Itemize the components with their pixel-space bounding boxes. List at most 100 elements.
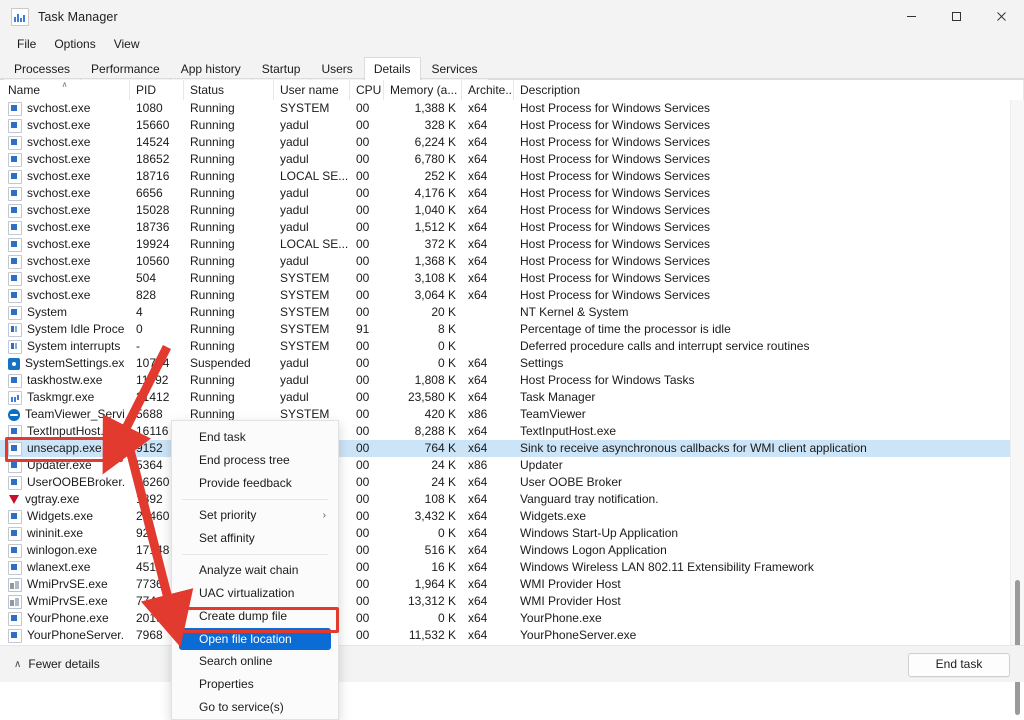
table-row[interactable]: YourPhone.exe 20193 00 0 Kx64 YourPhone.exe — [0, 610, 1024, 627]
column-header-name[interactable]: Name ∧ — [0, 80, 130, 101]
cell-memory: 1,808 K — [414, 373, 456, 387]
table-row[interactable]: wininit.exe 924 00 0 Kx64 Windows Start-Up A… — [0, 525, 1024, 542]
context-menu-item-end-task[interactable]: End task — [172, 426, 338, 449]
table-row[interactable]: YourPhoneServer.exe79680011,532 Kx64Your… — [0, 627, 1024, 644]
table-row[interactable]: winlogon.exe 17148 00 516 Kx64 Windows Logon… — [0, 542, 1024, 559]
tab-users[interactable]: Users — [311, 58, 363, 80]
column-header-label: CPU — [356, 83, 382, 97]
context-menu-item-label: Analyze wait chain — [199, 563, 299, 577]
cell-memory: 252 K — [424, 169, 456, 183]
table-row[interactable]: svchost.exe 15660 Running yadul 00 328 K x64 Ho… — [0, 117, 1024, 134]
context-menu-item-properties[interactable]: Properties — [172, 673, 338, 696]
column-header-cpu[interactable]: CPU — [350, 80, 384, 101]
table-row[interactable]: svchost.exe 19924 Running LOCAL SE... 00 372 … — [0, 236, 1024, 253]
process-name: winlogon.exe — [27, 543, 98, 557]
cell-arch: x64 — [468, 135, 488, 149]
column-header-label: Memory (a... — [390, 83, 458, 97]
table-row[interactable]: taskhostw.exe 11792 Running yadul 00 1,808 K x… — [0, 372, 1024, 389]
cell-memory: 1,512 K — [414, 220, 456, 234]
table-row[interactable]: System Idle Process 0 Running SYSTEM 91 8 K Pe… — [0, 321, 1024, 338]
menu-options[interactable]: Options — [45, 35, 104, 54]
table-row[interactable]: SystemSettings.exe 10764 Suspended yadul 00 0… — [0, 355, 1024, 372]
context-menu-item-set-affinity[interactable]: Set affinity — [172, 527, 338, 550]
tab-details[interactable]: Details — [363, 57, 421, 80]
process-name: svchost.exe — [27, 118, 91, 132]
generic-process-icon — [8, 152, 22, 167]
context-menu-item-open-file-location[interactable]: Open file location — [179, 628, 331, 650]
process-name: svchost.exe — [27, 186, 91, 200]
table-row[interactable]: WmiPrvSE.exe 7744 00 13,312 Kx64 WMI Provide… — [0, 593, 1024, 610]
cell-description: TeamViewer — [520, 407, 586, 421]
table-row[interactable]: unsecapp.exe 9152 00 764 Kx64 Sink to receiv… — [0, 440, 1024, 457]
cell-description: Deferred procedure calls and interrupt s… — [520, 339, 810, 353]
context-menu-item-create-dump-file[interactable]: Create dump file — [172, 605, 338, 628]
tab-services[interactable]: Services — [421, 58, 488, 80]
context-menu-item-analyze-wait-chain[interactable]: Analyze wait chain — [172, 559, 338, 582]
cell-pid: 6656 — [136, 186, 163, 200]
cell-arch — [462, 304, 514, 321]
cell-pid: 15028 — [136, 203, 170, 217]
tab-app-history[interactable]: App history — [170, 58, 251, 80]
process-list[interactable]: svchost.exe 1080 Running SYSTEM 00 1,388 K x64… — [0, 100, 1024, 646]
table-row[interactable]: Updater.exe 5364 00 24 Kx86 Updater — [0, 457, 1024, 474]
menu-view[interactable]: View — [105, 35, 149, 54]
table-row[interactable]: svchost.exe 18716 Running LOCAL SE... 00 252 … — [0, 168, 1024, 185]
column-header-description[interactable]: Description — [514, 80, 1024, 101]
cell-pid: - — [136, 339, 140, 353]
cell-description: TextInputHost.exe — [520, 424, 617, 438]
context-menu-item-end-process-tree[interactable]: End process tree — [172, 449, 338, 472]
column-header-pid[interactable]: PID — [130, 80, 184, 101]
menu-file[interactable]: File — [8, 35, 45, 54]
table-row[interactable]: svchost.exe 18736 Running yadul 00 1,512 K x64… — [0, 219, 1024, 236]
table-row[interactable]: System interrupts - Running SYSTEM 00 0 K Defe… — [0, 338, 1024, 355]
process-name: svchost.exe — [27, 203, 91, 217]
table-row[interactable]: TeamViewer_Service....5688RunningSYSTEM0… — [0, 406, 1024, 423]
table-row[interactable]: svchost.exe 1080 Running SYSTEM 00 1,388 K x64… — [0, 100, 1024, 117]
tab-processes[interactable]: Processes — [4, 58, 81, 80]
table-row[interactable]: svchost.exe 6656 Running yadul 00 4,176 K x64 H… — [0, 185, 1024, 202]
cell-arch: x64 — [468, 271, 488, 285]
cell-cpu: 00 — [356, 254, 370, 268]
column-header-status[interactable]: Status — [184, 80, 274, 101]
minimize-button[interactable] — [889, 0, 934, 33]
context-menu-item-label: Search online — [199, 654, 273, 668]
context-menu-item-search-online[interactable]: Search online — [172, 650, 338, 673]
maximize-button[interactable] — [934, 0, 979, 33]
end-task-button[interactable]: End task — [908, 653, 1010, 677]
table-row[interactable]: WmiPrvSE.exe 7736 00 1,964 Kx64 WMI Provider… — [0, 576, 1024, 593]
close-button[interactable] — [979, 0, 1024, 33]
cell-cpu: 00 — [356, 526, 370, 540]
cell-pid: 10764 — [136, 356, 170, 370]
tab-performance[interactable]: Performance — [81, 58, 170, 80]
column-header-arch[interactable]: Archite... — [462, 80, 514, 101]
context-menu-item-go-to-service-s[interactable]: Go to service(s) — [172, 696, 338, 719]
generic-process-icon — [8, 203, 22, 218]
chevron-up-icon: ∧ — [14, 658, 22, 670]
generic-process-icon — [8, 441, 22, 456]
table-row[interactable]: svchost.exe 828 Running SYSTEM 00 3,064 K x64 H… — [0, 287, 1024, 304]
table-row[interactable]: svchost.exe 504 Running SYSTEM 00 3,108 K x64 H… — [0, 270, 1024, 287]
context-menu-item-uac-virtualization[interactable]: UAC virtualization — [172, 582, 338, 605]
table-row[interactable]: svchost.exe 18652 Running yadul 00 6,780 K x64… — [0, 151, 1024, 168]
table-row[interactable]: wlanext.exe 4512 00 16 Kx64 Windows Wireless… — [0, 559, 1024, 576]
table-row[interactable]: Widgets.exe 20460 00 3,432 Kx64 Widgets.exe — [0, 508, 1024, 525]
table-row[interactable]: svchost.exe 10560 Running yadul 00 1,368 K x64… — [0, 253, 1024, 270]
process-context-menu[interactable]: End task End process tree Provide feedback… — [171, 420, 339, 720]
table-row[interactable]: TextInputHost.exe 16116 00 8,288 Kx64 TextIn… — [0, 423, 1024, 440]
table-row[interactable]: vgtray.exe 1892 00 108 Kx64 Vanguard tray no… — [0, 491, 1024, 508]
table-row[interactable]: Taskmgr.exe 21412 Running yadul 00 23,580 K x6… — [0, 389, 1024, 406]
context-menu-item-provide-feedback[interactable]: Provide feedback — [172, 472, 338, 495]
fewer-details-button[interactable]: ∧ Fewer details — [14, 657, 100, 671]
table-row[interactable]: svchost.exe 15028 Running yadul 00 1,040 K x64… — [0, 202, 1024, 219]
cell-memory: 11,532 K — [408, 628, 456, 642]
column-header-memory[interactable]: Memory (a... — [384, 80, 462, 101]
table-row[interactable]: System 4 Running SYSTEM 00 20 K NT Kernel & Sy… — [0, 304, 1024, 321]
table-row[interactable]: UserOOBEBroker.exe162600024 Kx64User OOB… — [0, 474, 1024, 491]
generic-process-icon — [8, 611, 22, 626]
table-row[interactable]: svchost.exe 14524 Running yadul 00 6,224 K x64… — [0, 134, 1024, 151]
vertical-scrollbar[interactable] — [1010, 100, 1024, 715]
cell-cpu: 00 — [356, 152, 370, 166]
context-menu-item-set-priority[interactable]: Set priority › — [172, 504, 338, 527]
tab-startup[interactable]: Startup — [251, 58, 311, 80]
column-header-user[interactable]: User name — [274, 80, 350, 101]
